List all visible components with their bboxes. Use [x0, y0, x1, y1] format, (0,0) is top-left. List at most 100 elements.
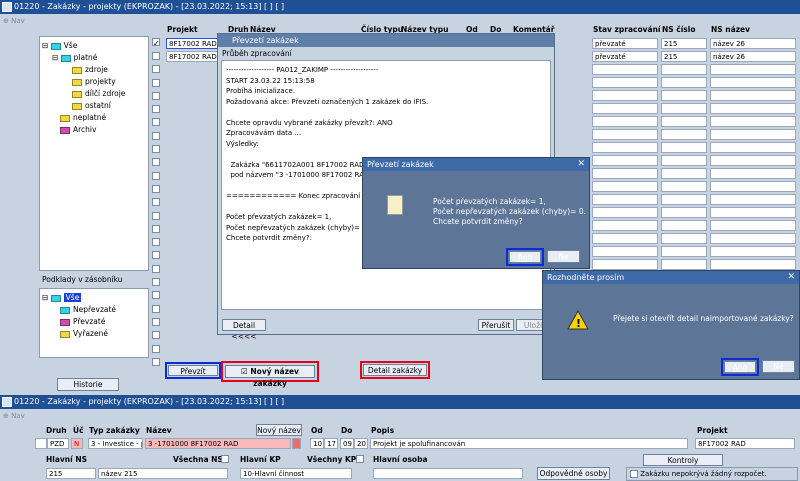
table-cell[interactable] — [592, 246, 658, 257]
do-field[interactable]: 09 — [340, 438, 354, 449]
table-row-ns-nazev[interactable]: název 26 — [710, 38, 796, 49]
row-checkbox[interactable] — [152, 331, 160, 340]
row-checkbox[interactable] — [152, 105, 160, 114]
row-checkbox[interactable] — [152, 251, 160, 260]
detail-toggle-button[interactable]: Detail <<<< — [222, 319, 266, 341]
podklady-item-neprevzate[interactable]: Nepřevzaté — [42, 304, 148, 316]
table-cell[interactable] — [592, 194, 658, 205]
table-cell[interactable] — [592, 181, 658, 192]
tree-item-archiv[interactable]: Archiv — [42, 124, 148, 136]
tree-item-ostatni[interactable]: ostatní — [42, 100, 148, 112]
tree-item-zdroje[interactable]: zdroje — [42, 64, 148, 76]
table-cell[interactable] — [592, 233, 658, 244]
podklady-item-prevzate[interactable]: Převzaté — [42, 316, 148, 328]
table-cell[interactable] — [710, 168, 796, 179]
table-cell[interactable] — [661, 103, 707, 114]
table-cell[interactable] — [710, 103, 796, 114]
table-row-ns-cislo[interactable]: 215 — [661, 38, 707, 49]
table-cell[interactable] — [592, 220, 658, 231]
table-cell[interactable] — [592, 116, 658, 127]
table-cell[interactable] — [592, 207, 658, 218]
table-cell[interactable] — [661, 168, 707, 179]
table-cell[interactable] — [710, 194, 796, 205]
row-checkbox[interactable] — [152, 171, 160, 180]
row-checkbox[interactable] — [152, 238, 160, 247]
close-icon[interactable]: ✕ — [577, 158, 585, 171]
row-checkbox[interactable] — [152, 278, 160, 287]
row-checkbox[interactable] — [152, 118, 160, 127]
row-checkbox[interactable] — [152, 78, 160, 87]
projekt-field[interactable]: 8F17002 RAD — [695, 438, 795, 449]
row-checkbox[interactable] — [152, 198, 160, 207]
podklady-item-vse[interactable]: ⊟ Vše — [42, 292, 148, 304]
popis-field[interactable]: Projekt je spolufinancován — [370, 438, 688, 449]
hlavni-osoba-field[interactable] — [373, 468, 523, 479]
historie-button[interactable]: Historie — [57, 378, 119, 391]
table-cell[interactable] — [592, 90, 658, 101]
table-cell[interactable] — [710, 181, 796, 192]
row-checkbox[interactable] — [152, 158, 160, 167]
table-cell[interactable] — [710, 77, 796, 88]
podklady-item-vyrazene[interactable]: Vyřazené — [42, 328, 148, 340]
druh-checkbox-cell[interactable] — [35, 438, 47, 449]
table-cell[interactable] — [592, 77, 658, 88]
do-field-2[interactable]: 20 — [354, 438, 368, 449]
hlavni-kp-field[interactable]: 10-Hlavní činnost — [240, 468, 352, 479]
tree-item-neplatne[interactable]: neplatné — [42, 112, 148, 124]
table-cell[interactable] — [661, 155, 707, 166]
od-field-2[interactable]: 17 — [324, 438, 338, 449]
confirm-yes-button[interactable]: Ano — [509, 251, 541, 263]
table-cell[interactable] — [661, 64, 707, 75]
table-cell[interactable] — [661, 259, 707, 270]
row-checkbox[interactable] — [152, 145, 160, 154]
novy-nazev-button[interactable]: Nový název — [256, 424, 302, 436]
row-checkbox[interactable] — [152, 304, 160, 313]
od-field[interactable]: 10 — [310, 438, 324, 449]
vsechna-ns-checkbox[interactable] — [221, 455, 229, 463]
row-checkbox[interactable] — [152, 131, 160, 140]
row-checkbox[interactable] — [152, 184, 160, 193]
table-row-stav[interactable]: převzaté — [592, 51, 658, 62]
table-cell[interactable] — [661, 77, 707, 88]
table-cell[interactable] — [592, 64, 658, 75]
row-checkbox[interactable] — [152, 211, 160, 220]
table-cell[interactable] — [661, 207, 707, 218]
table-row-projekt[interactable]: 8F17002 RAD — [166, 51, 221, 62]
row-checkbox[interactable] — [152, 317, 160, 326]
confirm-no-button[interactable]: Ne — [547, 250, 580, 263]
table-row-ns-nazev[interactable]: název 26 — [710, 51, 796, 62]
odpovedne-osoby-button[interactable]: Odpovědné osoby — [537, 467, 610, 480]
table-row-stav[interactable]: převzaté — [592, 38, 658, 49]
prerusit-button[interactable]: Přerušit — [478, 319, 514, 331]
table-cell[interactable] — [661, 181, 707, 192]
table-cell[interactable] — [710, 207, 796, 218]
tree-item-vse[interactable]: ⊟ Vše — [42, 40, 148, 52]
table-cell[interactable] — [661, 90, 707, 101]
table-cell[interactable] — [592, 142, 658, 153]
close-icon[interactable]: ✕ — [787, 271, 795, 284]
table-cell[interactable] — [661, 129, 707, 140]
row-checkbox[interactable] — [152, 224, 160, 233]
table-cell[interactable] — [710, 64, 796, 75]
table-cell[interactable] — [661, 233, 707, 244]
table-cell[interactable] — [710, 129, 796, 140]
nepokryva-checkbox[interactable]: Zakázku nepokrývá žádný rozpočet. — [626, 467, 798, 481]
table-row-projekt[interactable]: 8F17002 RAD — [166, 38, 221, 49]
table-cell[interactable] — [592, 259, 658, 270]
uc-field[interactable]: N — [71, 438, 83, 449]
tree-item-dilci-zdroje[interactable]: dílčí zdroje — [42, 88, 148, 100]
table-cell[interactable] — [592, 155, 658, 166]
nav-button[interactable]: ⊕ Nav — [3, 17, 25, 25]
hlavni-ns-nazev-field[interactable]: název 215 — [98, 468, 228, 479]
table-cell[interactable] — [710, 246, 796, 257]
table-cell[interactable] — [661, 220, 707, 231]
table-cell[interactable] — [710, 116, 796, 127]
row-checkbox[interactable] — [152, 344, 160, 353]
table-cell[interactable] — [710, 90, 796, 101]
row-checkbox[interactable] — [152, 264, 160, 273]
tree-item-projekty[interactable]: projekty — [42, 76, 148, 88]
table-cell[interactable] — [710, 233, 796, 244]
druh-field[interactable]: PZD — [47, 438, 69, 449]
table-cell[interactable] — [661, 116, 707, 127]
detail-zakazky-button[interactable]: Detail zakázky — [363, 364, 427, 376]
